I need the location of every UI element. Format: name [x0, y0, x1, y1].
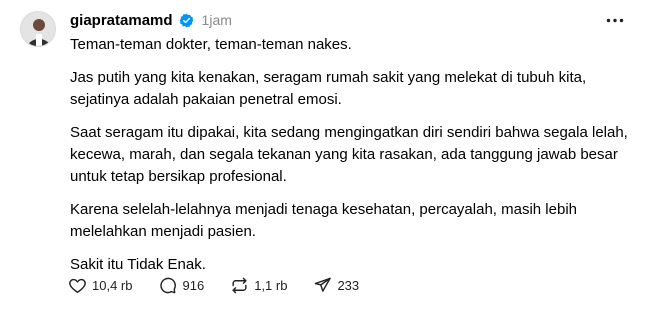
post-body: Teman-teman dokter, teman-teman nakes. J… — [70, 34, 630, 287]
post-actions: 10,4 rb 916 1,1 rb 233 — [64, 273, 363, 297]
comment-bubble-icon — [160, 277, 177, 293]
reply-button[interactable]: 916 — [154, 274, 208, 297]
send-icon — [315, 277, 332, 292]
heart-icon — [69, 278, 86, 293]
like-count: 10,4 rb — [92, 277, 133, 293]
repost-icon — [232, 277, 247, 293]
post-timestamp: 1jam — [201, 12, 232, 28]
post-paragraph: Jas putih yang kita kenakan, seragam rum… — [70, 69, 587, 108]
more-options-icon[interactable] — [604, 10, 626, 30]
username[interactable]: giapratamamd — [70, 12, 173, 29]
post-paragraph: Karena selelah-lelahnya menjadi tenaga k… — [70, 201, 577, 240]
post-header: giapratamamd 1jam — [70, 9, 232, 31]
verified-badge-icon — [179, 13, 194, 28]
reply-count: 916 — [182, 277, 205, 293]
repost-count: 1,1 rb — [254, 277, 288, 293]
like-button[interactable]: 10,4 rb — [64, 274, 136, 297]
post-paragraph: Teman-teman dokter, teman-teman nakes. — [70, 36, 352, 53]
avatar[interactable] — [20, 11, 56, 47]
repost-button[interactable]: 1,1 rb — [226, 274, 291, 297]
share-button[interactable]: 233 — [309, 274, 363, 297]
share-count: 233 — [337, 277, 360, 293]
post-paragraph: Saat seragam itu dipakai, kita sedang me… — [70, 124, 628, 185]
